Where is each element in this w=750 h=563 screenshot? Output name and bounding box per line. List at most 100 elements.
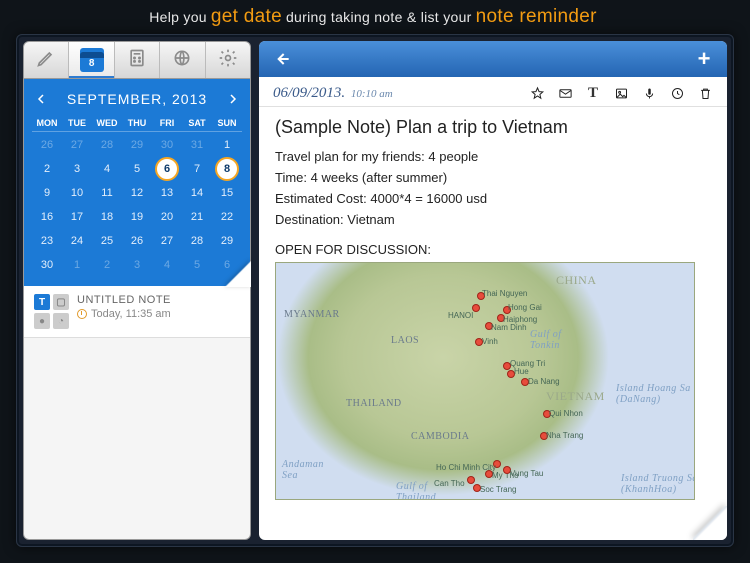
note-content-lines: Travel plan for my friends: 4 people Time…	[275, 148, 711, 229]
calendar-day[interactable]: 11	[92, 182, 122, 204]
calendar-day[interactable]: 28	[92, 134, 122, 156]
calendar-day[interactable]: 26	[122, 230, 152, 252]
map-image: CHINAMYANMARLAOSTHAILANDVIETNAMCAMBODIAG…	[275, 262, 695, 500]
calendar-day[interactable]: 29	[122, 134, 152, 156]
note-line: Estimated Cost: 4000*4 = 16000 usd	[275, 190, 711, 209]
calendar-day[interactable]: 4	[152, 254, 182, 276]
audio-tool-button[interactable]	[641, 86, 657, 102]
calendar-day[interactable]: 6	[152, 158, 182, 180]
country-label: CHINA	[556, 273, 597, 288]
calendar-dow: FRI	[152, 115, 182, 132]
note-meta: UNTITLED NOTE Today, 11:35 am	[77, 294, 171, 320]
sea-label: Island Truong Sa (KhanhHoa)	[621, 473, 695, 495]
note-line: Destination: Vietnam	[275, 211, 711, 230]
calendar-day[interactable]: 1	[62, 254, 92, 276]
editor-header: +	[259, 41, 727, 77]
reminder-tool-button[interactable]	[669, 86, 685, 102]
city-marker	[468, 477, 474, 483]
text-tool-button[interactable]: T	[585, 86, 601, 102]
calendar-day[interactable]: 5	[182, 254, 212, 276]
city-label: HANOI	[448, 311, 473, 320]
city-label: Thai Nguyen	[482, 289, 527, 298]
note-title: (Sample Note) Plan a trip to Vietnam	[275, 117, 711, 138]
reminder-type-icon: ◔	[53, 313, 69, 329]
calendar-day[interactable]: 23	[32, 230, 62, 252]
note-datestamp: 06/09/2013. 10:10 am	[273, 85, 393, 102]
calendar-icon: 8	[80, 48, 104, 72]
note-line: Travel plan for my friends: 4 people	[275, 148, 711, 167]
gear-icon	[218, 48, 238, 73]
favorite-button[interactable]	[529, 86, 545, 102]
note-list-item[interactable]: T ▢ ● ◔ UNTITLED NOTE Today, 11:35 am	[24, 286, 250, 338]
calendar-day[interactable]: 14	[182, 182, 212, 204]
calendar-day[interactable]: 30	[152, 134, 182, 156]
calendar-day[interactable]: 12	[122, 182, 152, 204]
calendar-day[interactable]: 10	[62, 182, 92, 204]
image-tool-button[interactable]	[613, 86, 629, 102]
city-label: Da Nang	[528, 377, 560, 386]
city-marker	[473, 305, 479, 311]
calendar-day[interactable]: 20	[152, 206, 182, 228]
calendar-dow: THU	[122, 115, 152, 132]
calendar-day[interactable]: 26	[32, 134, 62, 156]
globe-icon	[172, 48, 192, 73]
calendar-day[interactable]: 13	[152, 182, 182, 204]
calendar-day[interactable]: 9	[32, 182, 62, 204]
calendar-day[interactable]: 2	[92, 254, 122, 276]
tab-calculator[interactable]	[115, 42, 160, 78]
calendar-dow: MON	[32, 115, 62, 132]
pencil-icon	[36, 48, 56, 73]
calculator-icon	[127, 48, 147, 73]
city-label: Vung Tau	[510, 469, 543, 478]
calendar-day[interactable]: 5	[122, 158, 152, 180]
calendar-day[interactable]: 3	[62, 158, 92, 180]
note-line: Time: 4 weeks (after summer)	[275, 169, 711, 188]
calendar-day[interactable]: 31	[182, 134, 212, 156]
tab-settings[interactable]	[206, 42, 250, 78]
calendar-day[interactable]: 21	[182, 206, 212, 228]
calendar-day[interactable]: 27	[62, 134, 92, 156]
sea-label: Gulf of Thailand	[396, 481, 436, 500]
calendar-day[interactable]: 16	[32, 206, 62, 228]
tab-notes[interactable]	[24, 42, 69, 78]
sidebar: 8	[23, 41, 251, 540]
calendar-day[interactable]: 25	[92, 230, 122, 252]
calendar-day[interactable]: 22	[212, 206, 242, 228]
note-item-title: UNTITLED NOTE	[77, 294, 171, 306]
note-item-time: Today, 11:35 am	[91, 308, 171, 320]
city-label: Soc Trang	[480, 485, 516, 494]
calendar-day[interactable]: 19	[122, 206, 152, 228]
sea-label: Gulf of Tonkin	[530, 329, 562, 351]
city-label: Nam Dinh	[491, 323, 527, 332]
calendar-day[interactable]: 28	[182, 230, 212, 252]
calendar-prev-button[interactable]	[34, 92, 48, 106]
calendar-title: SEPTEMBER, 2013	[67, 91, 207, 107]
back-button[interactable]	[271, 48, 293, 70]
add-button[interactable]: +	[693, 48, 715, 70]
note-editor: + 06/09/2013. 10:10 am T (Sample Note) P…	[259, 41, 727, 540]
calendar-day[interactable]: 8	[212, 158, 242, 180]
email-button[interactable]	[557, 86, 573, 102]
note-type-icons: T ▢ ● ◔	[34, 294, 69, 329]
sea-label: Island Hoang Sa (DaNang)	[616, 383, 691, 405]
calendar-day[interactable]: 1	[212, 134, 242, 156]
delete-button[interactable]	[697, 86, 713, 102]
calendar-dow: TUE	[62, 115, 92, 132]
page-curl-icon	[225, 261, 251, 287]
note-date: 06/09/2013.	[273, 85, 345, 101]
calendar-day[interactable]: 4	[92, 158, 122, 180]
calendar-day[interactable]: 15	[212, 182, 242, 204]
tab-calendar[interactable]: 8	[69, 42, 114, 78]
calendar-day[interactable]: 30	[32, 254, 62, 276]
calendar-day[interactable]: 18	[92, 206, 122, 228]
calendar-day[interactable]: 3	[122, 254, 152, 276]
calendar-day[interactable]: 7	[182, 158, 212, 180]
note-body[interactable]: (Sample Note) Plan a trip to Vietnam Tra…	[259, 107, 727, 510]
calendar-next-button[interactable]	[226, 92, 240, 106]
calendar-day[interactable]: 29	[212, 230, 242, 252]
calendar-day[interactable]: 2	[32, 158, 62, 180]
calendar-day[interactable]: 24	[62, 230, 92, 252]
tab-sync[interactable]	[160, 42, 205, 78]
calendar-day[interactable]: 17	[62, 206, 92, 228]
calendar-day[interactable]: 27	[152, 230, 182, 252]
